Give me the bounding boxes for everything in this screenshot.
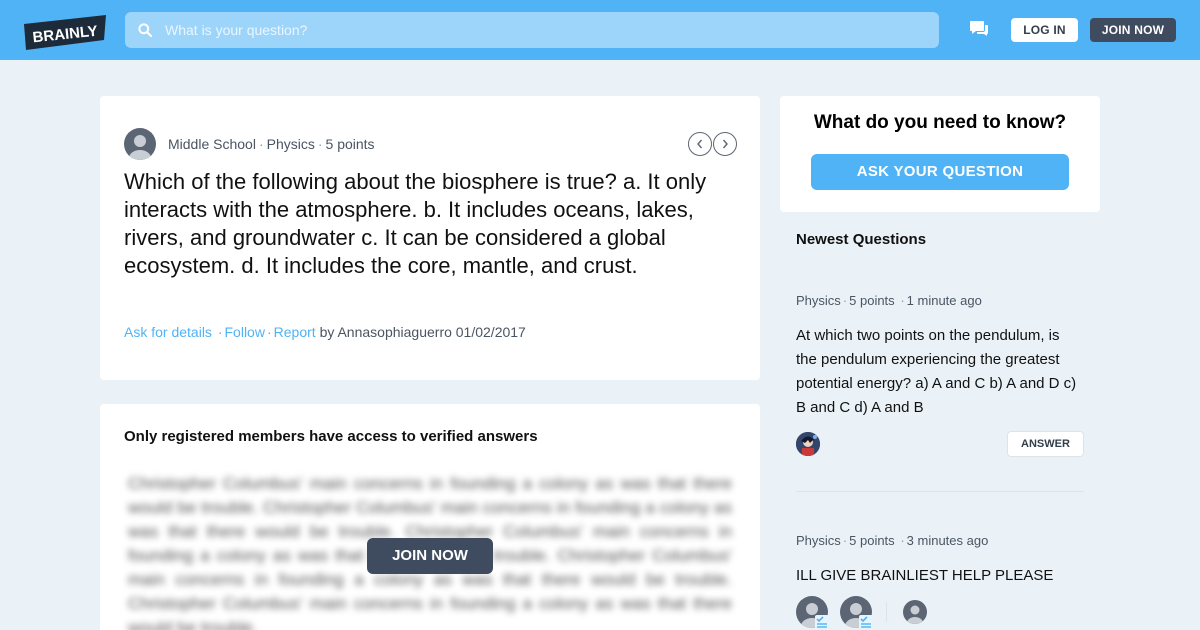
answer-card: Only registered members have access to v… [100, 404, 760, 630]
newest-questions-heading: Newest Questions [796, 231, 927, 248]
search-icon [138, 23, 152, 37]
chevron-left-icon [697, 139, 703, 149]
avatar[interactable] [796, 432, 820, 456]
search-bar[interactable] [125, 12, 939, 48]
verified-answer-icon [815, 615, 829, 629]
newest-question-time: 1 minute ago [906, 293, 982, 308]
ask-question-card: What do you need to know? ASK YOUR QUEST… [780, 96, 1100, 212]
asker-avatar[interactable] [124, 128, 156, 160]
question-level[interactable]: Middle School [168, 136, 256, 152]
newest-question-meta: Physics · 5 points · 3 minutes ago [796, 533, 989, 548]
asker-avatar[interactable] [903, 600, 927, 624]
divider [796, 491, 1084, 492]
ask-title: What do you need to know? [813, 112, 1067, 133]
question-card: Middle School · Physics · 5 points Which of … [100, 96, 760, 380]
question-nav [688, 132, 737, 156]
join-now-button[interactable]: JOIN NOW [1090, 18, 1176, 42]
ask-your-question-button[interactable]: ASK YOUR QUESTION [811, 154, 1069, 190]
anime-avatar-icon [796, 432, 820, 456]
newest-question-subject[interactable]: Physics [796, 293, 841, 308]
question-text: Which of the following about the biosphe… [124, 169, 707, 278]
follow-link[interactable]: Follow [225, 324, 265, 340]
newest-question-text[interactable]: ILL GIVE BRAINLIEST HELP PLEASE [796, 564, 1084, 588]
report-link[interactable]: Report [274, 324, 316, 340]
answer-button[interactable]: ANSWER [1007, 431, 1084, 457]
answers-locked-title: Only registered members have access to v… [124, 428, 538, 445]
question-actions: Ask for details · Follow · Report by Annaso… [124, 324, 526, 340]
user-silhouette-icon [907, 605, 923, 624]
login-button[interactable]: LOG IN [1011, 18, 1078, 42]
newest-question-subject[interactable]: Physics [796, 533, 841, 548]
question-subject[interactable]: Physics [267, 136, 315, 152]
question-author: by Annasophiaguerro 01/02/2017 [319, 324, 526, 340]
brainly-logo[interactable]: BRAINLY [24, 15, 106, 50]
search-input[interactable] [165, 12, 925, 48]
chevron-right-icon [722, 139, 728, 149]
ask-for-details-link[interactable]: Ask for details [124, 324, 212, 340]
top-navigation-bar: BRAINLY LOG IN JOIN NOW [0, 0, 1200, 60]
newest-question-time: 3 minutes ago [906, 533, 989, 548]
newest-question-text[interactable]: At which two points on the pendulum, is … [796, 324, 1084, 420]
question-points: 5 points [325, 136, 375, 152]
newest-question-meta: Physics · 5 points · 1 minute ago [796, 293, 982, 308]
question-meta: Middle School · Physics · 5 points [168, 136, 375, 152]
verified-answer-icon [859, 615, 873, 629]
newest-question-points: 5 points [849, 293, 895, 308]
divider [886, 602, 887, 622]
newest-question-points: 5 points [849, 533, 895, 548]
next-question-button[interactable] [713, 132, 737, 156]
previous-question-button[interactable] [688, 132, 712, 156]
user-silhouette-icon [129, 135, 151, 160]
join-now-answer-button[interactable]: JOIN NOW [367, 538, 493, 574]
chat-bubbles-icon[interactable] [969, 20, 989, 38]
